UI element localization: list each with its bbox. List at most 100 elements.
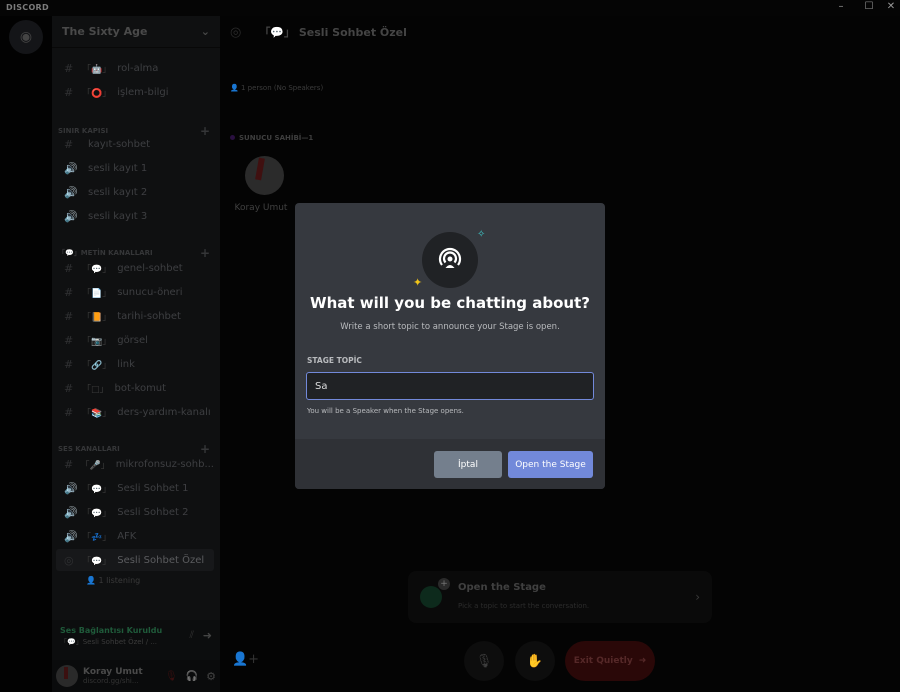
arrow-right-icon: ➜ (638, 656, 647, 666)
hash-icon: # (64, 261, 74, 275)
listening-text: 1 listening (98, 576, 141, 585)
channel-item[interactable]: ◎ 「💬」 Sesli Sohbet Özel (56, 549, 214, 571)
channel-item[interactable]: # 「📚」 ders-yardım-kanalı (56, 401, 214, 423)
people-count: 👤 1 person (No Speakers) (230, 84, 324, 92)
modal-footer: İptal Open the Stage (295, 439, 605, 489)
speaker-name: Koray Umut (234, 203, 288, 213)
disconnect-icon[interactable]: ➜ (203, 629, 212, 642)
channel-item[interactable]: # 「⭕」 işlem-bilgi (56, 81, 214, 103)
channel-emoji: 「⭕」 (82, 88, 112, 99)
channel-sidebar: The Sixty Age ⌄ # 「🤖」 rol-alma # 「⭕」 işlem-bil… (52, 16, 220, 692)
channel-item[interactable]: # 「💬」 genel-sohbet (56, 257, 214, 279)
server-name: The Sixty Age (62, 25, 148, 38)
cancel-button[interactable]: İptal (434, 451, 502, 478)
channel-name: rol-alma (117, 62, 159, 74)
channel-item[interactable]: 🔊 「💬」 Sesli Sohbet 2 (56, 501, 214, 523)
channel-name: ders-yardım-kanalı (117, 406, 211, 418)
server-header[interactable]: The Sixty Age ⌄ (52, 16, 220, 48)
channel-item[interactable]: # 「📷」 görsel (56, 329, 214, 351)
voice-status-panel: Ses Bağlantısı Kuruldu 「💬」Sesli Sohbet Ö… (52, 620, 220, 660)
channel-item[interactable]: # 「📙」 tarihi-sohbet (56, 305, 214, 327)
exit-label: Exit Quietly (573, 656, 633, 666)
move-to-audience-button[interactable]: 🎙 (464, 641, 504, 681)
hand-icon: ✋ (526, 653, 544, 669)
channel-item[interactable]: 🔊 「💬」 Sesli Sohbet 1 (56, 477, 214, 499)
close-button[interactable]: ✕ (882, 1, 900, 12)
topic-label: STAGE TOPİC (307, 356, 362, 365)
modal-subtitle: Write a short topic to announce your Sta… (340, 322, 560, 332)
app-logo: DISCORD (6, 3, 49, 12)
avatar[interactable] (56, 665, 78, 687)
channel-item[interactable]: 🔊 sesli kayıt 3 (56, 205, 214, 227)
channel-emoji: 「🤖」 (82, 64, 112, 75)
channel-name: AFK (117, 530, 137, 542)
server-list: ◉ (0, 16, 52, 692)
channel-emoji: 「🎤」 (80, 460, 110, 471)
channel-item[interactable]: 🔊 sesli kayıt 1 (56, 157, 214, 179)
channel-emoji: 「💬」 (82, 484, 112, 495)
channel-item[interactable]: # 「🎤」 mikrofonsuz-sohb... (56, 453, 214, 475)
stage-icon: + (420, 578, 450, 608)
role-section: SUNUCU SAHİBİ—1 (230, 134, 313, 142)
speaker-icon: 🔊 (64, 481, 78, 495)
channel-emoji: 「📚」 (82, 408, 112, 419)
channel-emoji: 「🔗」 (82, 360, 112, 371)
hash-icon: # (64, 333, 74, 347)
channel-emoji: 「💬」 (82, 556, 112, 567)
channel-emoji: 「📄」 (82, 288, 112, 299)
channel-item[interactable]: # 「📄」 sunucu-öneri (56, 281, 214, 303)
chevron-right-icon: › (695, 590, 700, 604)
open-stage-card[interactable]: + Open the Stage Pick a topic to start th… (408, 571, 712, 623)
title-bar: DISCORD – ☐ ✕ (0, 0, 900, 16)
minimize-button[interactable]: – (832, 1, 850, 12)
channel-item[interactable]: # 「🤖」 rol-alma (56, 57, 214, 79)
open-stage-button[interactable]: Open the Stage (508, 451, 593, 478)
channel-name: genel-sohbet (117, 262, 183, 274)
channel-name: sesli kayıt 2 (88, 186, 148, 198)
channel-emoji: 「💤」 (82, 532, 112, 543)
channel-header: ◎ 「💬」 Sesli Sohbet Özel (220, 16, 900, 48)
user-panel: Koray Umut discord.gg/shi... 🎙 🎧 ⚙ (52, 660, 220, 692)
username: Koray Umut (83, 667, 143, 677)
channel-item[interactable]: # 「🔗」 link (56, 353, 214, 375)
speaker-tile[interactable]: Koray Umut (235, 156, 288, 213)
channel-item[interactable]: 🔊 sesli kayıt 2 (56, 181, 214, 203)
stage-icon: ◎ (230, 24, 242, 40)
maximize-button[interactable]: ☐ (860, 1, 878, 12)
channel-name: bot-komut (114, 382, 167, 394)
gear-icon[interactable]: ⚙ (206, 670, 216, 683)
plus-icon: + (438, 578, 450, 590)
hash-icon: # (64, 85, 74, 99)
channel-name: görsel (117, 334, 148, 346)
deafen-icon[interactable]: 🎧 (186, 671, 198, 682)
channel-name: sesli kayıt 1 (88, 162, 148, 174)
sparkle-icon: ✧ (477, 229, 486, 240)
channel-name: sunucu-öneri (117, 286, 183, 298)
open-card-title: Open the Stage (458, 582, 546, 593)
hash-icon: # (64, 381, 74, 395)
raise-hand-button[interactable]: ✋ (515, 641, 555, 681)
listening-count: 👤 1 listening (86, 576, 141, 585)
mute-icon[interactable]: 🎙 (165, 671, 178, 682)
invite-user-icon[interactable]: 👤+ (232, 652, 259, 667)
open-card-subtitle: Pick a topic to start the conversation. (458, 602, 590, 610)
stage-topic-input[interactable] (306, 372, 594, 400)
channel-item[interactable]: # 「□」 bot-komut (56, 377, 214, 399)
category-name: SES KANALLARI (58, 445, 120, 453)
channel-name: Sesli Sohbet Özel (117, 554, 205, 566)
channel-item[interactable]: # kayıt-sohbet (56, 133, 214, 155)
channel-item[interactable]: 🔊 「💤」 AFK (56, 525, 214, 547)
speaker-icon: 🔊 (64, 209, 78, 223)
role-dot (230, 135, 235, 140)
hash-icon: # (64, 61, 74, 75)
discord-home-icon[interactable]: ◉ (9, 20, 43, 54)
noise-suppression-icon[interactable]: ⫽ (190, 630, 194, 641)
channel-name: mikrofonsuz-sohb... (115, 458, 214, 470)
channel-name: tarihi-sohbet (117, 310, 181, 322)
channel-emoji: 「📷」 (82, 336, 112, 347)
role-label: SUNUCU SAHİBİ—1 (239, 134, 314, 142)
people-text: 1 person (No Speakers) (240, 84, 324, 92)
exit-quietly-button[interactable]: Exit Quietly ➜ (565, 641, 655, 681)
channel-name: Sesli Sohbet 1 (117, 482, 189, 494)
speaker-icon: 🔊 (64, 505, 78, 519)
